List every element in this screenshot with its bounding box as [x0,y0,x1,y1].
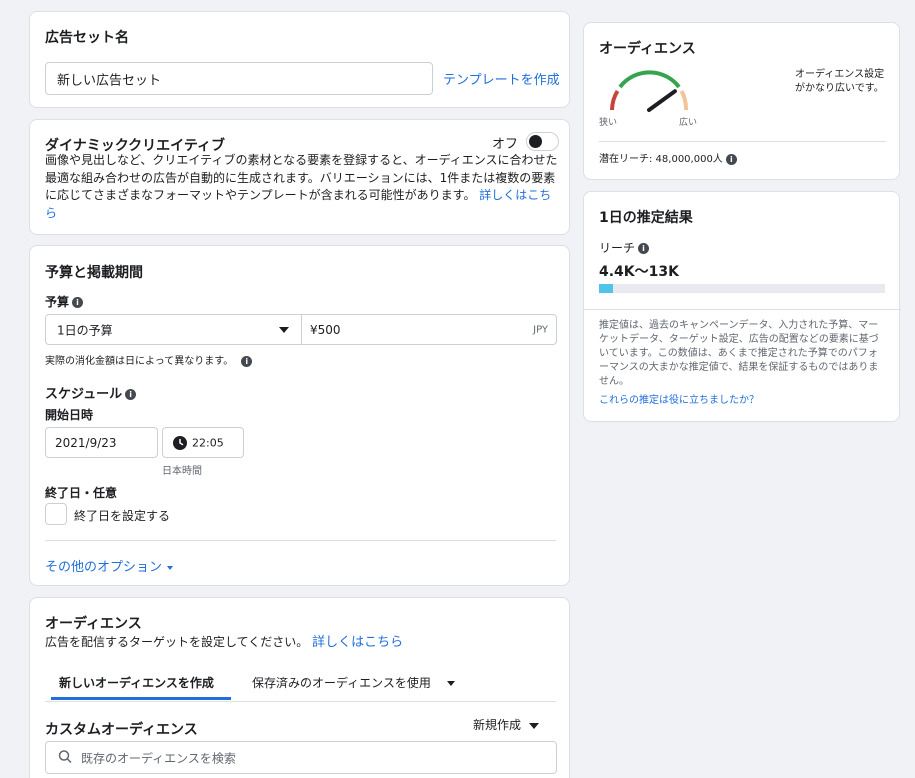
tab-saved-audience-label: 保存済みのオーディエンスを使用 [252,676,431,690]
reach-value: 4.4K〜13K [599,264,679,280]
tab-new-audience-label: 新しいオーディエンスを作成 [59,676,214,690]
search-icon [58,749,72,766]
dynamic-toggle-label: オフ [492,137,519,152]
tabs-divider [45,701,556,702]
audience-learn-more-link[interactable]: 詳しくはこちら [312,635,403,650]
adset-name-input[interactable]: 新しい広告セット [45,62,433,95]
info-icon[interactable]: i [72,297,84,308]
estimate-panel-title: 1日の推定結果 [599,210,693,226]
gauge-needle [647,89,677,112]
end-label: 終了日・任意 [45,486,118,500]
create-template-link[interactable]: テンプレートを作成 [443,69,560,88]
caret-down-icon [167,565,174,570]
audience-description-text: 広告を配信するターゲットを設定してください。 [45,635,309,649]
estimate-feedback-link[interactable]: これらの推定は役に立ちましたか？ [599,391,759,406]
dynamic-description: 画像や見出しなど、クリエイティブの素材となる要素を登録すると、オーディエンスに合… [45,152,561,222]
caret-down-icon [529,722,540,729]
budget-note-text: 実際の消化金額は日によって異なります。 [45,356,234,367]
budget-label-text: 予算 [45,295,70,309]
reach-label: リーチ i [599,239,650,256]
info-icon[interactable]: i [638,243,650,254]
divider [599,141,886,142]
info-icon[interactable]: i [725,153,737,165]
tab-new-audience[interactable]: 新しいオーディエンスを作成 [51,666,231,700]
adset-name-value: 新しい広告セット [57,73,162,88]
budget-label: 予算 i [45,293,84,310]
audience-definition-panel: オーディエンス 狭い 広い オーディエンス設定がかなり広いです。 潜在リーチ: … [583,22,900,180]
budget-note: 実際の消化金額は日によって異なります。 i [45,352,253,367]
info-icon[interactable]: i [241,355,253,367]
audience-description: 広告を配信するターゲットを設定してください。 詳しくはこちら [45,631,403,650]
info-icon[interactable]: i [125,389,137,400]
schedule-label: スケジュール i [45,383,137,402]
start-time-input[interactable]: 22:05 [162,427,244,458]
audience-card: オーディエンス 広告を配信するターゲットを設定してください。 詳しくはこちら 新… [29,597,570,778]
reach-bar-fill [599,284,614,293]
start-time-value: 22:05 [192,436,224,449]
potential-reach: 潜在リーチ: 48,000,000人 i [599,150,737,165]
budget-type-value: 1日の予算 [57,323,113,337]
caret-down-icon [279,326,289,333]
more-options-link[interactable]: その他のオプション [45,556,174,575]
gauge-wide-label: 広い [679,118,698,128]
clock-icon [173,435,187,450]
create-new-dropdown[interactable]: 新規作成 [473,716,540,733]
budget-amount-value: ¥500 [310,322,341,337]
start-date-input[interactable]: 2021/9/23 [45,427,158,458]
search-placeholder: 既存のオーディエンスを検索 [81,751,236,765]
gauge-narrow-label: 狭い [599,118,618,128]
budget-amount-input[interactable]: ¥500 JPY [301,314,557,345]
tab-saved-audience[interactable]: 保存済みのオーディエンスを使用 [244,666,464,700]
budget-schedule-title: 予算と掲載期間 [45,265,143,281]
end-date-checkbox[interactable] [45,503,67,525]
adset-name-title: 広告セット名 [45,30,129,46]
divider [45,540,556,541]
audience-breadth-status: オーディエンス設定がかなり広いです。 [795,69,885,94]
potential-reach-text: 潜在リーチ: 48,000,000人 [599,154,723,165]
end-date-checkbox-label[interactable]: 終了日を設定する [74,507,170,524]
custom-audience-title: カスタムオーディエンス [45,722,198,738]
estimate-disclaimer: 推定値は、過去のキャンペーンデータ、入力された予算、マーケットデータ、ターゲット… [599,320,879,387]
audience-title: オーディエンス [45,616,142,632]
budget-type-select[interactable]: 1日の予算 [45,314,302,345]
create-new-label: 新規作成 [473,718,522,732]
audience-search-input[interactable]: 既存のオーディエンスを検索 [45,741,557,774]
caret-down-icon [447,681,455,686]
more-options-text: その他のオプション [45,560,163,575]
dynamic-creative-card: ダイナミッククリエイティブ オフ 画像や見出しなど、クリエイティブの素材となる要… [29,119,570,235]
schedule-label-text: スケジュール [45,387,123,402]
reach-label-text: リーチ [599,241,636,255]
estimated-results-panel: 1日の推定結果 リーチ i 4.4K〜13K 推定値は、過去のキャンペーンデータ、… [583,191,901,422]
budget-schedule-card: 予算と掲載期間 予算 i 1日の予算 ¥500 JPY 実際の消化金額は日によって… [29,245,570,586]
start-label: 開始日時 [45,408,94,422]
start-date-value: 2021/9/23 [55,435,117,450]
audience-panel-title: オーディエンス [599,41,696,57]
dynamic-toggle[interactable] [526,132,559,151]
reach-bar [599,284,885,293]
adset-name-card: 広告セット名 新しい広告セット テンプレートを作成 [29,11,570,108]
audience-gauge [610,70,688,112]
timezone-label: 日本時間 [162,466,202,477]
divider [584,309,901,310]
toggle-knob [529,135,542,148]
currency-label: JPY [533,324,548,335]
